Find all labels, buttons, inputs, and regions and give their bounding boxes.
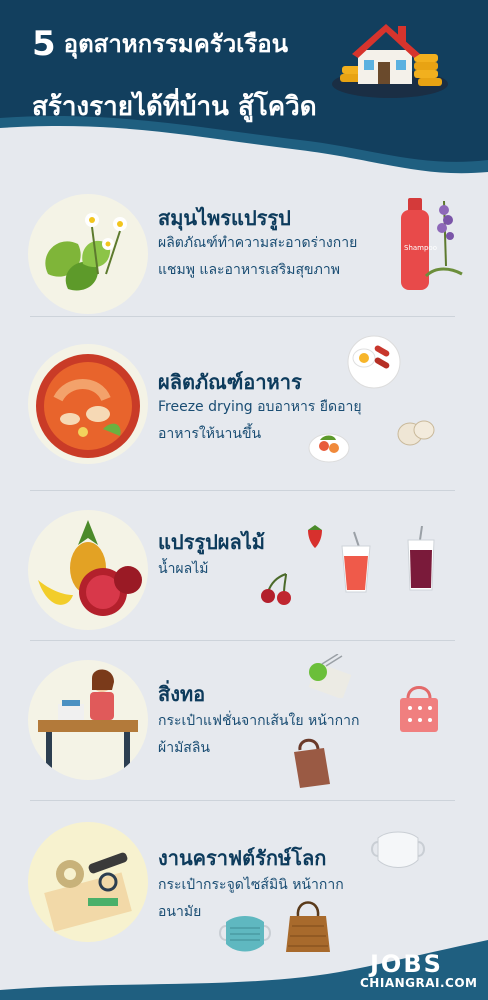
- house-coins-icon: [332, 24, 448, 98]
- strawberry-juice-glass-icon: [341, 531, 371, 593]
- header-number: 5: [32, 24, 56, 64]
- yarn-fabric-icon: [308, 654, 352, 698]
- item-textile: สิ่งทอ กระเป๋าแฟชั่นจากเส้นใย หน้ากาก ผ้…: [0, 650, 488, 800]
- item-description: น้ำผลไม้: [158, 556, 208, 583]
- header-title-text: อุตสาหกรรมครัวเรือน: [63, 30, 289, 58]
- jobs-chiangrai-logo: JOBS CHIANGRAI.COM: [360, 950, 480, 996]
- berry-juice-glass-icon: [407, 526, 435, 591]
- herb-illustration: [28, 194, 148, 314]
- bottle-label: Shampoo: [404, 244, 437, 252]
- logo-line1: JOBS: [370, 950, 443, 978]
- craft-tools-illustration: [28, 822, 148, 942]
- item-description-line2: แชมพู และอาหารเสริมสุขภาพ: [158, 262, 340, 278]
- item-fruit: แปรรูปผลไม้ น้ำผลไม้: [0, 500, 488, 650]
- header-title-line2: สร้างรายได้ที่บ้าน สู้โควิด: [32, 92, 317, 122]
- item-heading: สิ่งทอ: [158, 682, 206, 706]
- logo-line2: CHIANGRAI.COM: [360, 976, 478, 990]
- section-divider: [30, 800, 455, 801]
- item-heading: งานคราฟต์รักษ์โลก: [158, 846, 327, 870]
- polka-dot-bag-icon: [400, 686, 438, 732]
- item-description-line1: น้ำผลไม้: [158, 561, 209, 577]
- section-divider: [30, 316, 455, 317]
- shampoo-bottle-icon: Shampoo: [401, 198, 463, 290]
- item-herbal: สมุนไพรแปรรูป ผลิตภัณฑ์ทำความสะอาดร่างกา…: [0, 184, 488, 334]
- sewing-person-illustration: [28, 660, 148, 780]
- header-title-line1: 5 อุตสาหกรรมครัวเรือน: [32, 24, 288, 64]
- tom-yum-bowl-illustration: [28, 344, 148, 464]
- section-divider: [30, 490, 455, 491]
- item-food: ผลิตภัณฑ์อาหาร Freeze drying อบอาหาร ยืด…: [0, 334, 488, 484]
- item-description-line1: Freeze drying อบอาหาร ยืดอายุ: [158, 399, 362, 415]
- brown-bag-icon: [294, 738, 330, 788]
- strawberry-icon: [308, 525, 322, 548]
- white-face-mask-icon: [371, 831, 425, 868]
- breakfast-plate-icon: [347, 335, 401, 389]
- item-description: ผลิตภัณฑ์ทำความสะอาดร่างกาย แชมพู และอาห…: [158, 230, 357, 284]
- header-banner: 5 อุตสาหกรรมครัวเรือน สร้างรายได้ที่บ้าน …: [0, 0, 488, 190]
- cherries-icon: [261, 573, 291, 605]
- item-description-line1: ผลิตภัณฑ์ทำความสะอาดร่างกาย: [158, 235, 358, 251]
- salad-plate-icon: [308, 433, 350, 463]
- fruits-illustration: [28, 510, 148, 630]
- item-description-line1: กระเป๋าแฟชั่นจากเส้นใย หน้ากาก: [158, 713, 360, 729]
- garlic-icon: [397, 420, 435, 446]
- item-heading: แปรรูปผลไม้: [158, 530, 265, 554]
- section-divider: [30, 640, 455, 641]
